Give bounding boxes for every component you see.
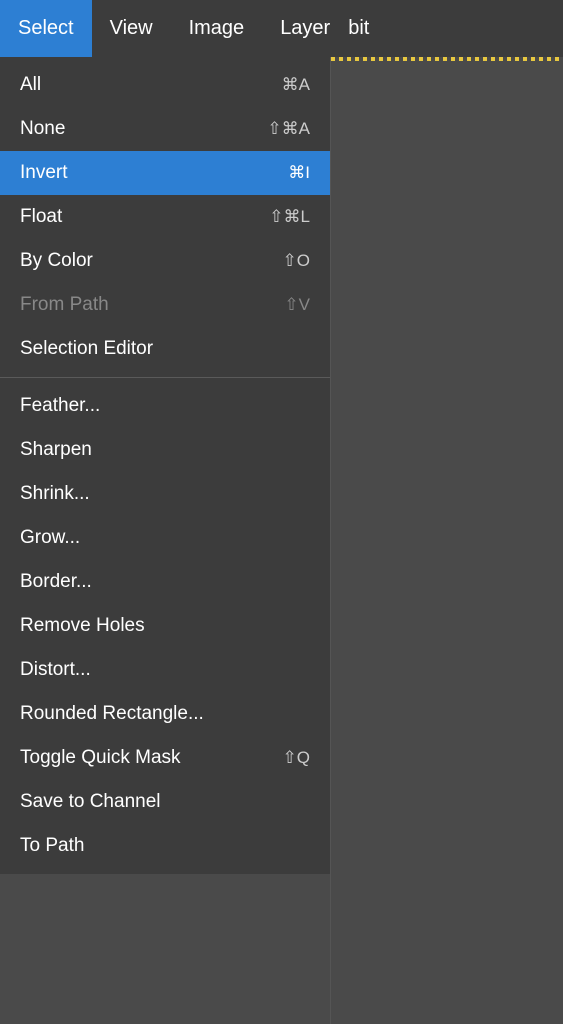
- menu-item-float[interactable]: Float ⇧⌘L: [0, 195, 330, 239]
- menu-item-grow[interactable]: Grow...: [0, 516, 330, 560]
- menu-item-invert-label: Invert: [20, 162, 68, 184]
- select-dropdown-menu: All ⌘A None ⇧⌘A Invert ⌘I Float ⇧⌘L By C…: [0, 57, 330, 874]
- menu-item-float-shortcut: ⇧⌘L: [269, 207, 310, 227]
- menu-item-by-color[interactable]: By Color ⇧O: [0, 239, 330, 283]
- menu-item-distort[interactable]: Distort...: [0, 648, 330, 692]
- menu-item-invert-shortcut: ⌘I: [288, 163, 310, 183]
- menu-divider-1: [0, 377, 330, 378]
- menu-item-none-shortcut: ⇧⌘A: [267, 119, 310, 139]
- menu-item-toggle-quick-mask[interactable]: Toggle Quick Mask ⇧Q: [0, 736, 330, 780]
- menu-item-feather-label: Feather...: [20, 395, 100, 417]
- menu-item-from-path-shortcut: ⇧V: [284, 295, 310, 315]
- menu-item-save-to-channel[interactable]: Save to Channel: [0, 780, 330, 824]
- menu-item-from-path: From Path ⇧V: [0, 283, 330, 327]
- menu-bar-item-view[interactable]: View: [92, 0, 171, 57]
- menu-item-sharpen-label: Sharpen: [20, 439, 92, 461]
- menu-item-remove-holes[interactable]: Remove Holes: [0, 604, 330, 648]
- menu-item-remove-holes-label: Remove Holes: [20, 615, 145, 637]
- menu-item-selection-editor[interactable]: Selection Editor: [0, 327, 330, 371]
- menu-item-by-color-shortcut: ⇧O: [283, 251, 310, 271]
- menu-item-toggle-quick-mask-shortcut: ⇧Q: [283, 748, 310, 768]
- menu-item-sharpen[interactable]: Sharpen: [0, 428, 330, 472]
- menu-item-to-path-label: To Path: [20, 835, 84, 857]
- menu-item-all-label: All: [20, 74, 41, 96]
- menu-item-feather[interactable]: Feather...: [0, 384, 330, 428]
- menu-item-to-path[interactable]: To Path: [0, 824, 330, 868]
- menu-item-border-label: Border...: [20, 571, 92, 593]
- menu-item-all-shortcut: ⌘A: [282, 75, 310, 95]
- menu-item-border[interactable]: Border...: [0, 560, 330, 604]
- menu-item-shrink[interactable]: Shrink...: [0, 472, 330, 516]
- menu-item-none-label: None: [20, 118, 65, 140]
- menu-bar-item-select[interactable]: Select: [0, 0, 92, 57]
- right-panel: [330, 57, 563, 1024]
- menu-item-rounded-rectangle-label: Rounded Rectangle...: [20, 703, 204, 725]
- menu-bar-item-partial[interactable]: bit: [348, 0, 387, 57]
- menu-item-none[interactable]: None ⇧⌘A: [0, 107, 330, 151]
- menu-item-float-label: Float: [20, 206, 62, 228]
- menu-bar: Select View Image Layer bit: [0, 0, 563, 57]
- menu-item-from-path-label: From Path: [20, 294, 109, 316]
- menu-item-distort-label: Distort...: [20, 659, 91, 681]
- menu-item-shrink-label: Shrink...: [20, 483, 90, 505]
- menu-bar-item-image[interactable]: Image: [171, 0, 263, 57]
- menu-item-grow-label: Grow...: [20, 527, 80, 549]
- menu-item-toggle-quick-mask-label: Toggle Quick Mask: [20, 747, 181, 769]
- menu-item-rounded-rectangle[interactable]: Rounded Rectangle...: [0, 692, 330, 736]
- menu-item-selection-editor-label: Selection Editor: [20, 338, 153, 360]
- menu-item-save-to-channel-label: Save to Channel: [20, 791, 161, 813]
- menu-item-invert[interactable]: Invert ⌘I: [0, 151, 330, 195]
- menu-bar-item-layer[interactable]: Layer: [262, 0, 348, 57]
- menu-item-by-color-label: By Color: [20, 250, 93, 272]
- menu-item-all[interactable]: All ⌘A: [0, 63, 330, 107]
